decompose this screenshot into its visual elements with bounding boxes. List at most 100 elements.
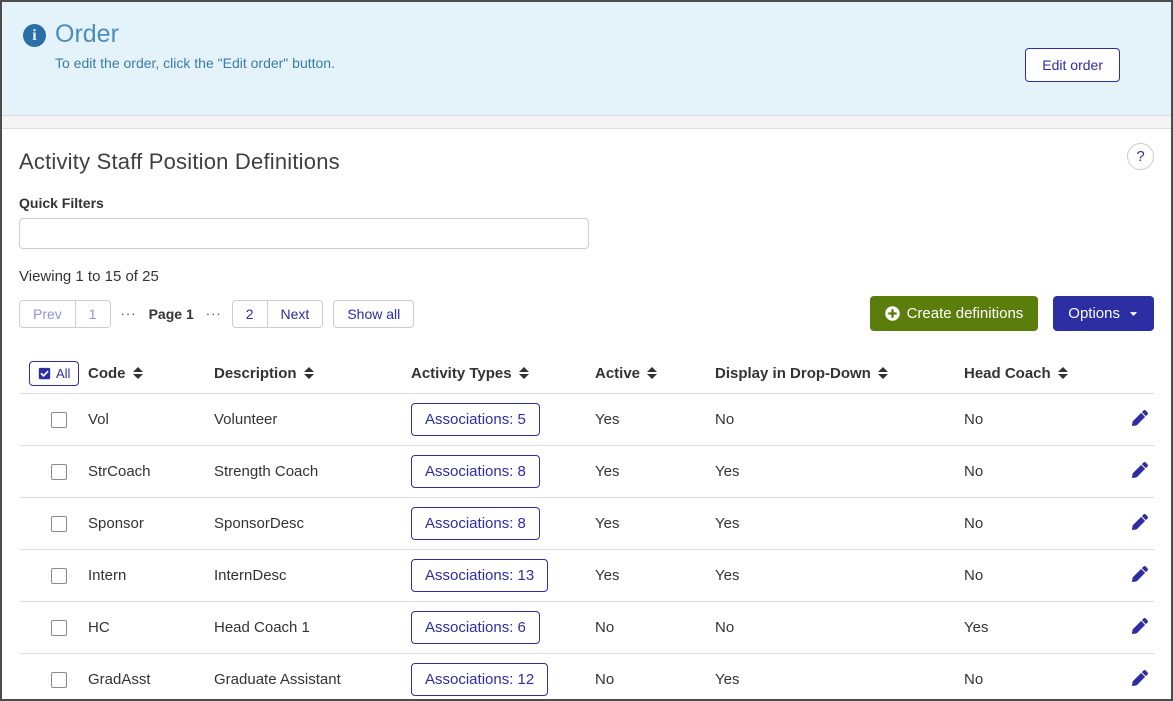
cell-active: Yes xyxy=(595,515,715,532)
pencil-icon xyxy=(1132,514,1148,530)
cell-active: Yes xyxy=(595,567,715,584)
row-checkbox[interactable] xyxy=(51,464,67,480)
cell-head-coach: No xyxy=(964,567,1130,584)
cell-active: Yes xyxy=(595,411,715,428)
banner-subtitle: To edit the order, click the "Edit order… xyxy=(55,55,1151,71)
cell-display-in-dropdown: Yes xyxy=(715,567,964,584)
associations-button[interactable]: Associations: 6 xyxy=(411,611,540,644)
caret-down-icon xyxy=(1128,308,1139,319)
edit-order-button[interactable]: Edit order xyxy=(1025,48,1120,82)
pagination-show-all-button[interactable]: Show all xyxy=(333,300,414,328)
sort-icon xyxy=(519,367,529,379)
table-body: Vol Volunteer Associations: 5 Yes No No … xyxy=(19,393,1154,701)
pencil-icon xyxy=(1132,462,1148,478)
cell-description: Strength Coach xyxy=(214,463,411,480)
associations-button[interactable]: Associations: 8 xyxy=(411,507,540,540)
cell-display-in-dropdown: No xyxy=(715,411,964,428)
column-header-code[interactable]: Code xyxy=(88,365,214,382)
create-definitions-button[interactable]: Create definitions xyxy=(870,296,1039,331)
pencil-icon xyxy=(1132,670,1148,686)
cell-display-in-dropdown: Yes xyxy=(715,671,964,688)
associations-button[interactable]: Associations: 12 xyxy=(411,663,548,696)
edit-row-button[interactable] xyxy=(1130,408,1150,431)
cell-code: StrCoach xyxy=(88,463,214,480)
edit-row-button[interactable] xyxy=(1130,512,1150,535)
pagination: Prev 1 ··· Page 1 ··· 2 Next Show all xyxy=(19,300,414,328)
column-header-head-coach[interactable]: Head Coach xyxy=(964,365,1130,382)
sort-icon xyxy=(1058,367,1068,379)
pagination-page-2-button[interactable]: 2 xyxy=(233,301,267,327)
table-row: HC Head Coach 1 Associations: 6 No No Ye… xyxy=(19,601,1154,653)
select-all-label: All xyxy=(56,366,70,381)
check-square-icon xyxy=(38,367,51,380)
page-title: Activity Staff Position Definitions xyxy=(19,149,340,175)
table-row: Sponsor SponsorDesc Associations: 8 Yes … xyxy=(19,497,1154,549)
pencil-icon xyxy=(1132,566,1148,582)
sort-icon xyxy=(878,367,888,379)
row-checkbox[interactable] xyxy=(51,568,67,584)
sort-icon xyxy=(647,367,657,379)
cell-description: SponsorDesc xyxy=(214,515,411,532)
options-label: Options xyxy=(1068,305,1120,322)
cell-description: InternDesc xyxy=(214,567,411,584)
edit-row-button[interactable] xyxy=(1130,460,1150,483)
quick-filters-label: Quick Filters xyxy=(19,195,1154,211)
column-header-active[interactable]: Active xyxy=(595,365,715,382)
pagination-current-page: Page 1 xyxy=(149,306,194,322)
cell-active: No xyxy=(595,619,715,636)
associations-button[interactable]: Associations: 13 xyxy=(411,559,548,592)
definitions-table: All Code Description Activity Types Acti… xyxy=(19,353,1154,701)
row-checkbox[interactable] xyxy=(51,412,67,428)
cell-display-in-dropdown: Yes xyxy=(715,463,964,480)
plus-circle-icon xyxy=(885,306,900,321)
cell-head-coach: No xyxy=(964,463,1130,480)
edit-row-button[interactable] xyxy=(1130,616,1150,639)
options-button[interactable]: Options xyxy=(1053,296,1154,331)
cell-description: Volunteer xyxy=(214,411,411,428)
pencil-icon xyxy=(1132,410,1148,426)
quick-filters-input[interactable] xyxy=(19,218,589,249)
sort-icon xyxy=(133,367,143,379)
main-content: Activity Staff Position Definitions ? Qu… xyxy=(2,129,1171,701)
pencil-icon xyxy=(1132,618,1148,634)
cell-head-coach: No xyxy=(964,671,1130,688)
associations-button[interactable]: Associations: 8 xyxy=(411,455,540,488)
cell-description: Graduate Assistant xyxy=(214,671,411,688)
cell-active: Yes xyxy=(595,463,715,480)
associations-button[interactable]: Associations: 5 xyxy=(411,403,540,436)
table-row: Vol Volunteer Associations: 5 Yes No No xyxy=(19,393,1154,445)
column-header-description[interactable]: Description xyxy=(214,365,411,382)
order-info-banner: i Order To edit the order, click the "Ed… xyxy=(2,2,1171,115)
table-header-row: All Code Description Activity Types Acti… xyxy=(19,353,1154,393)
row-checkbox[interactable] xyxy=(51,672,67,688)
pagination-prev-button[interactable]: Prev xyxy=(20,301,75,327)
info-circle-icon: i xyxy=(23,24,46,47)
table-row: StrCoach Strength Coach Associations: 8 … xyxy=(19,445,1154,497)
table-row: Intern InternDesc Associations: 13 Yes Y… xyxy=(19,549,1154,601)
row-checkbox[interactable] xyxy=(51,620,67,636)
edit-row-button[interactable] xyxy=(1130,668,1150,691)
column-header-display-in-dropdown[interactable]: Display in Drop-Down xyxy=(715,365,964,382)
create-definitions-label: Create definitions xyxy=(907,305,1024,322)
banner-title: Order xyxy=(55,20,1151,49)
app-window: i Order To edit the order, click the "Ed… xyxy=(0,0,1173,701)
cell-code: HC xyxy=(88,619,214,636)
cell-head-coach: No xyxy=(964,411,1130,428)
pagination-next-button[interactable]: Next xyxy=(267,301,323,327)
edit-row-button[interactable] xyxy=(1130,564,1150,587)
pagination-ellipsis-right: ··· xyxy=(206,306,222,321)
column-header-activity-types[interactable]: Activity Types xyxy=(411,365,595,382)
help-icon[interactable]: ? xyxy=(1127,143,1154,170)
pagination-ellipsis-left: ··· xyxy=(121,306,137,321)
cell-description: Head Coach 1 xyxy=(214,619,411,636)
sort-icon xyxy=(304,367,314,379)
select-all-button[interactable]: All xyxy=(29,361,79,386)
table-row: GradAsst Graduate Assistant Associations… xyxy=(19,653,1154,701)
cell-code: Intern xyxy=(88,567,214,584)
row-checkbox[interactable] xyxy=(51,516,67,532)
cell-display-in-dropdown: No xyxy=(715,619,964,636)
pagination-page-1-button[interactable]: 1 xyxy=(75,301,110,327)
cell-code: Sponsor xyxy=(88,515,214,532)
cell-display-in-dropdown: Yes xyxy=(715,515,964,532)
cell-code: GradAsst xyxy=(88,671,214,688)
